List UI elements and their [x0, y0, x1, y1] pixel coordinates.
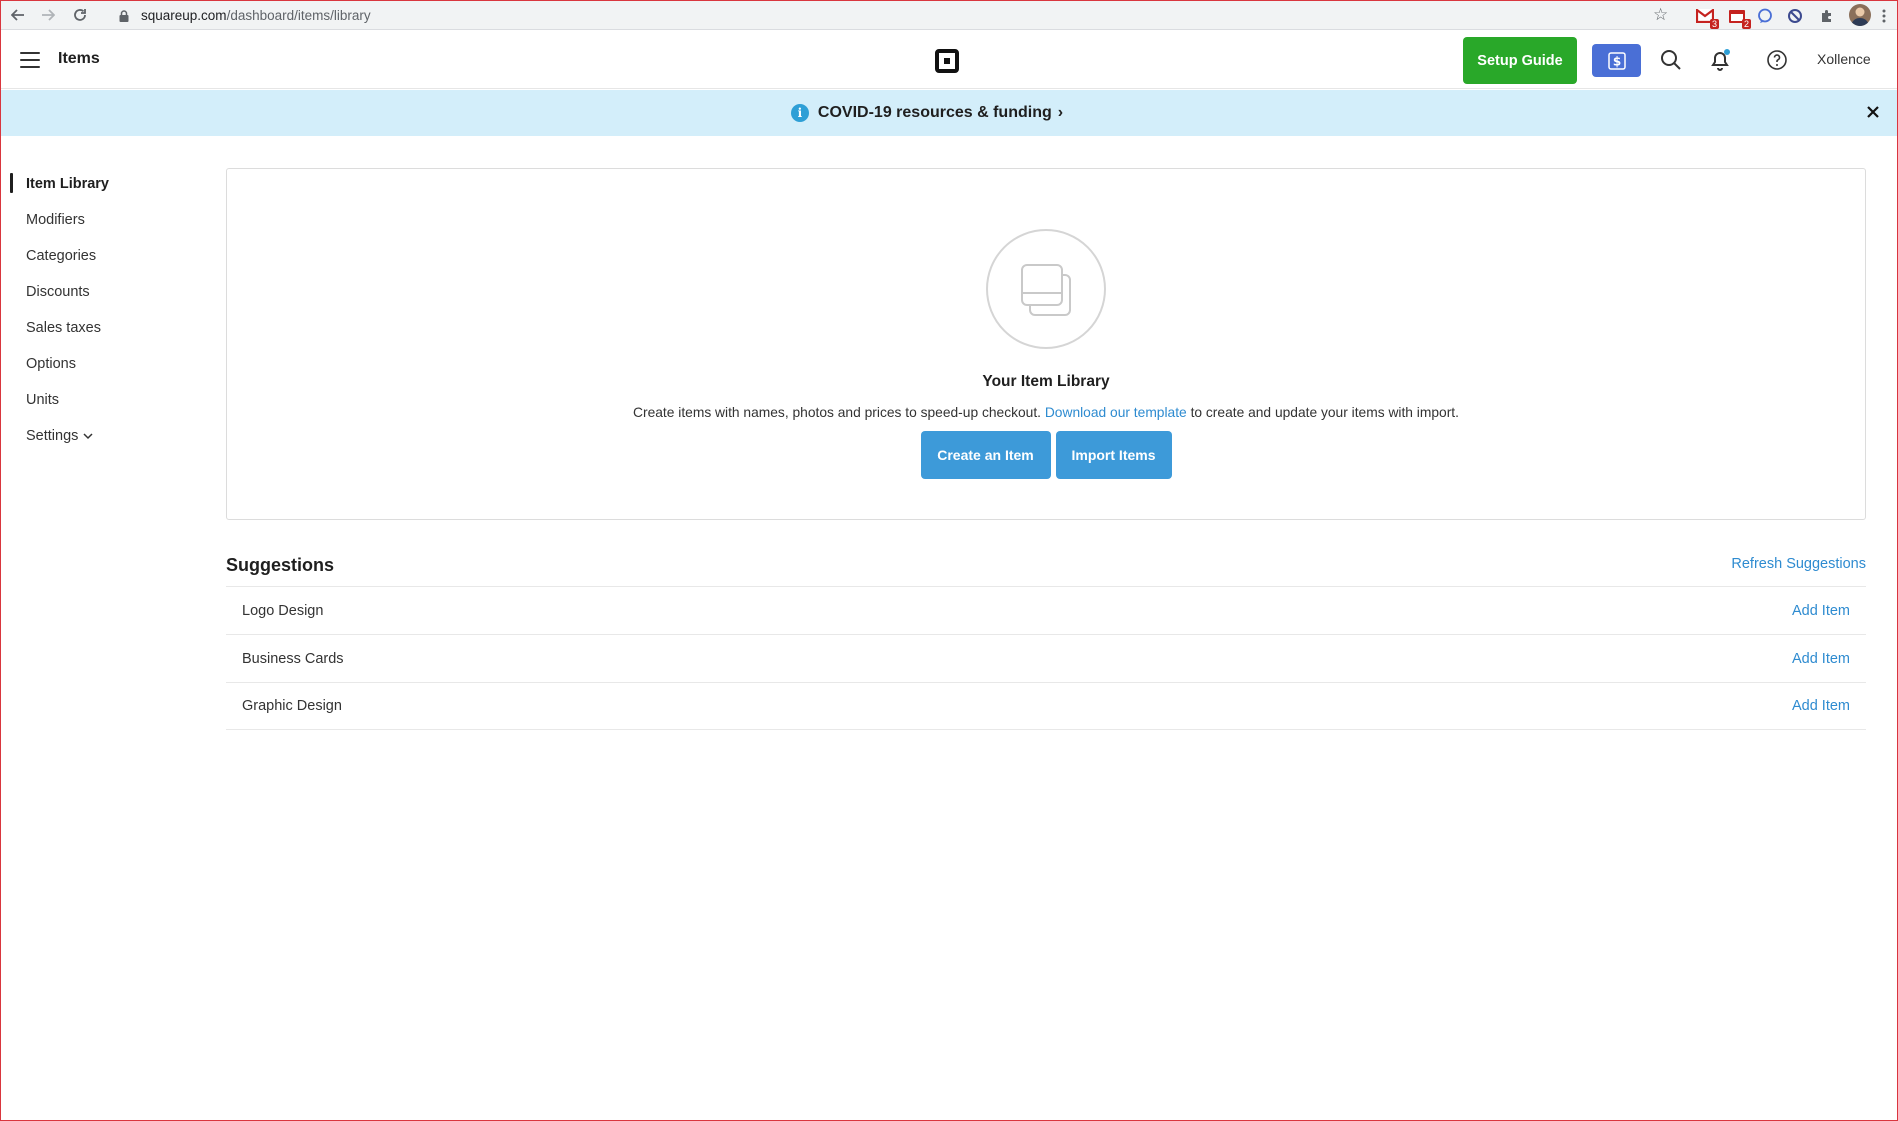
suggestions-title: Suggestions — [226, 555, 335, 575]
sidebar-item-label: Discounts — [26, 284, 90, 300]
covid-banner: i COVID-19 resources & funding › — [1, 90, 1897, 136]
sidebar-item-label: Modifiers — [26, 212, 85, 228]
reload-icon[interactable] — [65, 1, 95, 29]
browser-toolbar: squareup.com/dashboard/items/library ☆ 3… — [1, 1, 1897, 30]
suggestion-row: Graphic Design Add Item — [226, 682, 1866, 730]
square-logo[interactable] — [935, 49, 959, 73]
sidebar-item-options[interactable]: Options — [1, 346, 201, 382]
lock-icon — [119, 9, 129, 22]
sidebar-item-discounts[interactable]: Discounts — [1, 274, 201, 310]
library-actions: Create an Item Import Items — [227, 431, 1865, 479]
sidebar-item-units[interactable]: Units — [1, 382, 201, 418]
add-item-link[interactable]: Add Item — [1792, 603, 1850, 619]
item-library-description: Create items with names, photos and pric… — [227, 405, 1865, 420]
puzzle-extension-icon[interactable] — [1817, 6, 1837, 26]
setup-guide-button[interactable]: Setup Guide — [1463, 37, 1577, 84]
item-library-title: Your Item Library — [982, 373, 1110, 390]
sidebar-item-label: Settings — [26, 428, 79, 444]
block-extension-icon[interactable] — [1785, 6, 1805, 26]
banner-text: COVID-19 resources & funding — [817, 104, 1052, 121]
search-icon[interactable] — [1658, 47, 1684, 73]
create-item-button[interactable]: Create an Item — [920, 431, 1051, 479]
sidebar-item-label: Units — [26, 392, 60, 408]
page-title: Items — [58, 50, 100, 67]
download-template-link[interactable]: Download our template — [1045, 405, 1187, 420]
refresh-suggestions-link[interactable]: Refresh Suggestions — [1731, 556, 1866, 572]
chat-extension-icon[interactable] — [1755, 6, 1775, 26]
info-icon: i — [790, 104, 809, 122]
close-icon[interactable] — [1863, 102, 1883, 122]
notifications-bell-icon[interactable] — [1707, 47, 1733, 73]
hamburger-menu-icon[interactable] — [20, 52, 40, 68]
sidebar-item-item-library[interactable]: Item Library — [1, 166, 201, 202]
help-icon[interactable] — [1764, 47, 1790, 73]
sidebar-item-sales-taxes[interactable]: Sales taxes — [1, 310, 201, 346]
address-bar[interactable]: squareup.com/dashboard/items/library — [105, 4, 1679, 27]
gmail-icon[interactable]: 3 — [1695, 6, 1719, 29]
sidebar-item-label: Categories — [26, 248, 97, 264]
suggestion-row: Business Cards Add Item — [226, 634, 1866, 682]
browser-menu-icon[interactable] — [1877, 6, 1891, 26]
suggestion-name: Graphic Design — [242, 698, 342, 714]
sidebar-nav: Item Library Modifiers Categories Discou… — [1, 166, 201, 454]
suggestions-list: Logo Design Add Item Business Cards Add … — [226, 586, 1866, 730]
suggestions-header: Suggestions Refresh Suggestions — [226, 552, 1866, 586]
url-host: squareup.com — [141, 8, 227, 23]
suggestion-name: Logo Design — [242, 602, 324, 619]
forward-arrow-icon[interactable] — [33, 1, 63, 29]
sidebar-item-modifiers[interactable]: Modifiers — [1, 202, 201, 238]
dollar-button[interactable]: $ — [1592, 44, 1641, 77]
add-item-link[interactable]: Add Item — [1792, 698, 1850, 714]
sidebar-item-label: Sales taxes — [26, 320, 101, 336]
svg-text:$: $ — [1612, 54, 1620, 68]
import-items-button[interactable]: Import Items — [1055, 431, 1172, 479]
covid-banner-link[interactable]: i COVID-19 resources & funding › — [790, 104, 1064, 122]
suggestion-row: Logo Design Add Item — [226, 586, 1866, 634]
chevron-down-icon — [83, 432, 93, 440]
url-path: /dashboard/items/library — [226, 8, 371, 23]
calendar-extension-icon[interactable]: 2 — [1727, 6, 1751, 29]
sidebar-item-settings[interactable]: Settings — [1, 418, 201, 454]
item-library-icon — [986, 229, 1106, 349]
chevron-right-icon: › — [1057, 104, 1064, 121]
back-arrow-icon[interactable] — [3, 1, 33, 29]
user-name[interactable]: Xollence — [1817, 51, 1871, 67]
sidebar-item-label: Options — [26, 356, 76, 372]
bookmark-star-icon[interactable]: ☆ — [1653, 5, 1668, 25]
calendar-badge: 2 — [1741, 19, 1751, 29]
description-text-before: Create items with names, photos and pric… — [633, 405, 1045, 420]
profile-avatar[interactable] — [1849, 4, 1871, 26]
item-library-empty-state: Your Item Library Create items with name… — [226, 168, 1866, 520]
sidebar-item-label: Item Library — [26, 176, 109, 192]
gmail-badge: 3 — [1709, 19, 1719, 29]
add-item-link[interactable]: Add Item — [1792, 651, 1850, 667]
sidebar-item-categories[interactable]: Categories — [1, 238, 201, 274]
suggestion-name: Business Cards — [242, 650, 344, 667]
dollar-icon: $ — [1607, 51, 1626, 70]
app-header: Items Setup Guide $ Xollence — [1, 31, 1897, 89]
description-text-after: to create and update your items with imp… — [1186, 405, 1459, 420]
